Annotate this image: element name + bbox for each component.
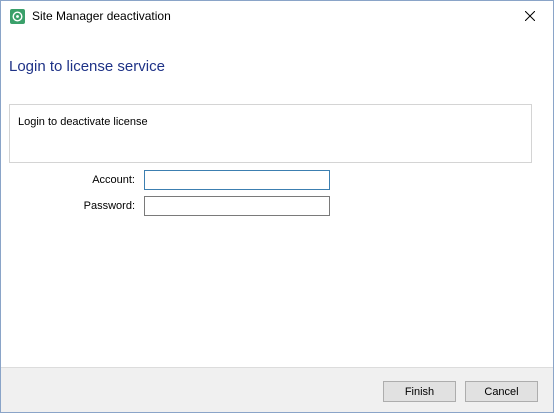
password-input[interactable] [144,196,330,216]
account-input[interactable] [144,170,330,190]
dialog-window: Site Manager deactivation Login to licen… [0,0,554,413]
account-label: Account: [92,174,135,186]
close-icon [524,8,536,26]
title-bar: Site Manager deactivation [1,1,553,32]
cancel-button[interactable]: Cancel [465,381,538,402]
finish-button[interactable]: Finish [383,381,456,402]
app-logo-icon [10,9,25,24]
page-title: Login to license service [9,58,165,75]
info-panel: Login to deactivate license [9,104,532,163]
footer-bar: Finish Cancel [1,367,553,412]
password-label: Password: [83,200,135,212]
close-button[interactable] [507,1,553,32]
info-text: Login to deactivate license [18,116,148,128]
window-title: Site Manager deactivation [32,9,171,23]
